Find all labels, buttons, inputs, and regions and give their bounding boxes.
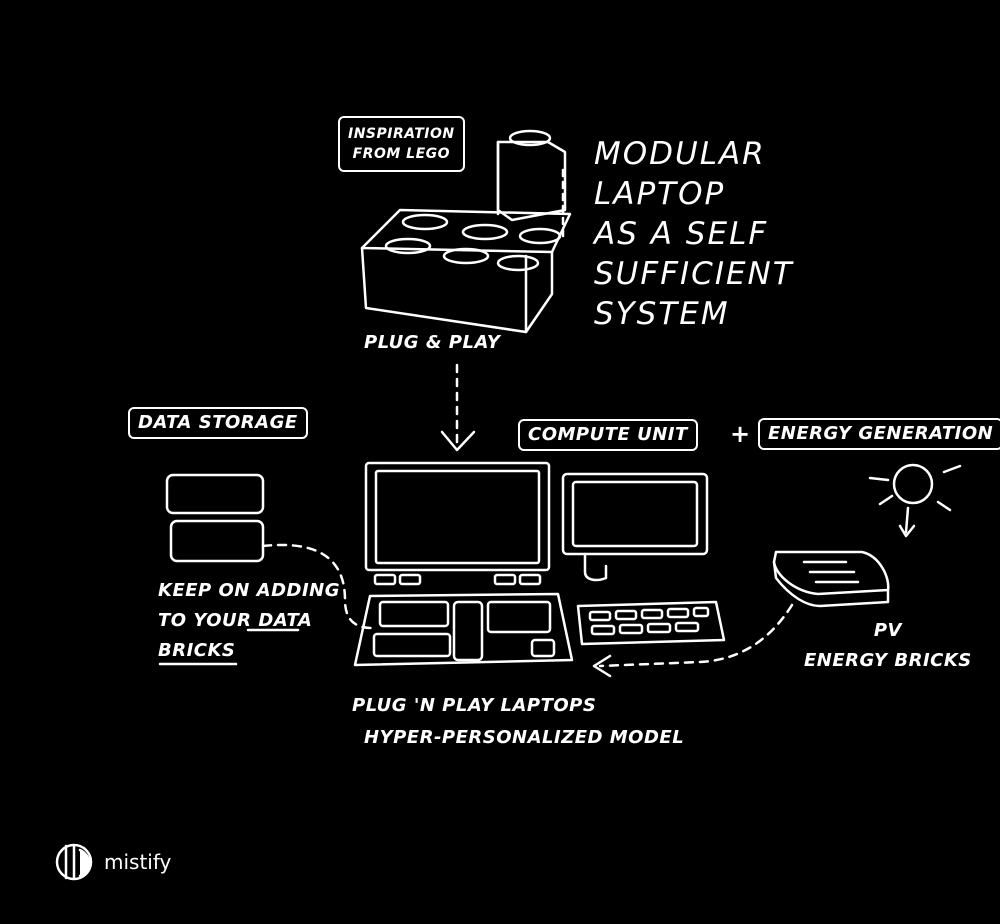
pv-line-2: ENERGY BRICKS xyxy=(804,650,972,671)
laptop-screen-drawing xyxy=(364,461,551,586)
title-line-4: SUFFICIENT xyxy=(594,256,794,292)
plus-sign: + xyxy=(730,420,751,448)
mistify-logo-mark xyxy=(55,843,93,881)
keyboard-drawing xyxy=(576,600,726,646)
plug-play-arrow xyxy=(440,363,476,452)
caption-line-2: HYPER-PERSONALIZED MODEL xyxy=(364,727,685,748)
title-line-2: LAPTOP xyxy=(594,176,726,212)
title-line-5: SYSTEM xyxy=(594,296,730,332)
bottom-caption: PLUG 'N PLAY LAPTOPS HYPER-PERSONALIZED … xyxy=(352,690,684,754)
inspiration-box: INSPIRATION FROM LEGO xyxy=(338,116,465,172)
inspiration-line-2: FROM LEGO xyxy=(352,146,451,162)
mistify-logo-text: mistify xyxy=(104,850,172,874)
diagram-title: MODULAR LAPTOP AS A SELF SUFFICIENT SYST… xyxy=(594,134,794,334)
laptop-base-drawing xyxy=(353,592,574,667)
title-line-3: AS A SELF xyxy=(594,216,769,252)
caption-line-1: PLUG 'N PLAY LAPTOPS xyxy=(352,695,597,716)
keep-line-2b: DATA xyxy=(258,610,313,631)
keep-line-1: KEEP ON ADDING xyxy=(158,580,340,601)
keep-line-2: TO YOUR DATA xyxy=(158,606,340,636)
sun-drawing xyxy=(868,463,962,538)
energy-generation-label: ENERGY GENERATION xyxy=(758,418,1000,450)
pv-label: PV ENERGY BRICKS xyxy=(804,616,972,676)
pv-line-1: PV xyxy=(873,620,902,641)
keep-line-2a: TO YOUR xyxy=(158,610,252,631)
data-storage-label: DATA STORAGE xyxy=(128,407,308,439)
sketch-canvas: INSPIRATION FROM LEGO MODULAR LAPTOP AS … xyxy=(0,0,1000,924)
pv-brick-drawing xyxy=(772,550,890,608)
keep-adding-text: KEEP ON ADDING TO YOUR DATA BRICKS xyxy=(158,576,340,666)
sketch-drawing xyxy=(55,129,962,881)
inspiration-line-1: INSPIRATION xyxy=(348,126,455,142)
keep-line-3: BRICKS xyxy=(158,640,236,661)
plug-and-play-label: PLUG & PLAY xyxy=(364,332,501,353)
title-line-1: MODULAR xyxy=(594,136,766,172)
compute-unit-label: COMPUTE UNIT xyxy=(518,419,698,451)
compute-unit-drawing xyxy=(561,472,709,582)
